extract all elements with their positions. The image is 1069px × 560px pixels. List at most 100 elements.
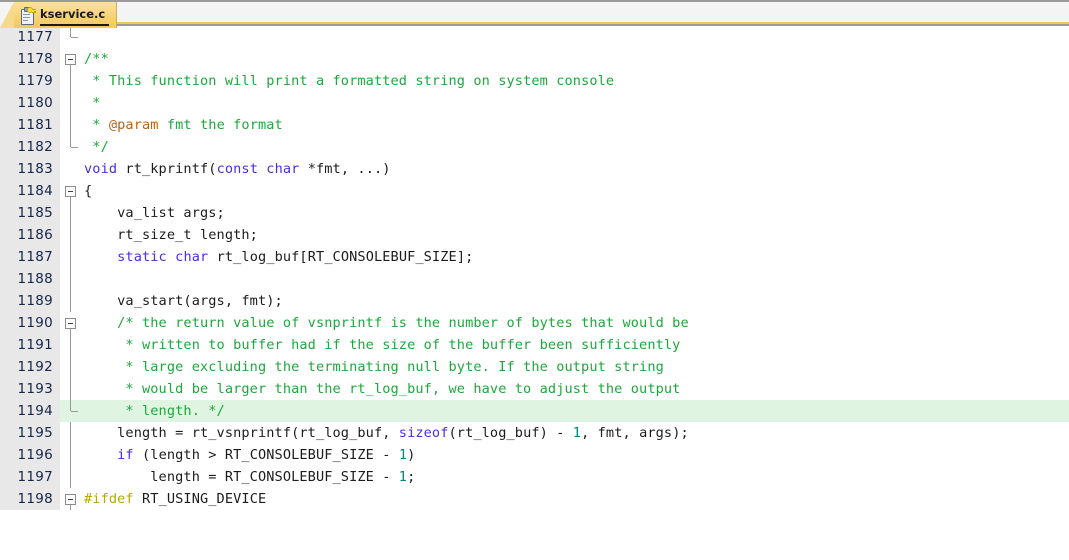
line-number: 1181 <box>0 114 60 136</box>
code-token: * written to buffer had if the size of t… <box>84 337 681 353</box>
fold-collapse-icon[interactable] <box>60 180 82 202</box>
code-text[interactable]: * @param fmt the format <box>82 114 1069 136</box>
fold-guide-line <box>60 466 82 488</box>
code-token: ) <box>407 447 416 463</box>
code-token: if <box>117 447 134 463</box>
code-line[interactable]: 1179 * This function will print a format… <box>0 70 1069 92</box>
code-text[interactable]: * <box>82 92 1069 114</box>
fold-guide-line <box>60 246 82 268</box>
code-text[interactable]: static char rt_log_buf[RT_CONSOLEBUF_SIZ… <box>82 246 1069 268</box>
tab-strip-leading-edge <box>0 2 14 28</box>
tab-strip: kservice.c <box>0 2 118 28</box>
fold-collapse-icon[interactable] <box>60 312 82 334</box>
code-line-list: 1177 1178 /** 1179 * This function will pri… <box>0 26 1069 510</box>
code-token: (length > RT_CONSOLEBUF_SIZE - <box>133 447 399 463</box>
code-line[interactable]: 1189 va_start(args, fmt); <box>0 290 1069 312</box>
code-line[interactable]: 1195 length = rt_vsnprintf(rt_log_buf, s… <box>0 422 1069 444</box>
code-line[interactable]: 1190 /* the return value of vsnprintf is… <box>0 312 1069 334</box>
code-token: rt_log_buf[RT_CONSOLEBUF_SIZE]; <box>208 249 474 265</box>
code-text[interactable]: * length. */ <box>82 400 1069 422</box>
code-line[interactable]: 1186 rt_size_t length; <box>0 224 1069 246</box>
fold-guide-line <box>60 378 82 400</box>
code-line[interactable]: 1188 <box>0 268 1069 290</box>
line-number: 1187 <box>0 246 60 268</box>
code-token: /* the return value of vsnprintf is the … <box>84 315 689 331</box>
clipboard-key-icon <box>20 6 36 25</box>
code-token: , fmt, args); <box>581 425 689 441</box>
line-number: 1186 <box>0 224 60 246</box>
code-text[interactable]: * This function will print a formatted s… <box>82 70 1069 92</box>
code-text[interactable]: /* the return value of vsnprintf is the … <box>82 312 1069 334</box>
code-text[interactable]: rt_size_t length; <box>82 224 1069 246</box>
code-token: { <box>84 183 93 199</box>
code-token: char <box>175 249 209 265</box>
code-token: * This function will print a formatted s… <box>84 73 615 89</box>
code-token: static <box>117 249 167 265</box>
code-text[interactable]: void rt_kprintf(const char *fmt, ...) <box>82 158 1069 180</box>
code-text[interactable]: { <box>82 180 1069 202</box>
fold-guide-line <box>60 202 82 224</box>
code-text[interactable]: * written to buffer had if the size of t… <box>82 334 1069 356</box>
code-token: * <box>84 95 101 111</box>
code-token: void <box>84 161 118 177</box>
line-number: 1195 <box>0 422 60 444</box>
code-text[interactable] <box>82 26 1069 48</box>
code-token: /** <box>84 51 109 67</box>
code-line[interactable]: 1182 */ <box>0 136 1069 158</box>
code-token: const <box>216 161 258 177</box>
code-line[interactable]: 1181 * @param fmt the format <box>0 114 1069 136</box>
code-line[interactable]: 1194 * length. */ <box>0 400 1069 422</box>
line-number: 1191 <box>0 334 60 356</box>
code-token: va_list args; <box>84 205 225 221</box>
fold-guide-line <box>60 290 82 312</box>
code-token: *fmt, ...) <box>299 161 391 177</box>
code-line[interactable]: 1180 * <box>0 92 1069 114</box>
code-token: * <box>84 117 109 133</box>
code-line[interactable]: 1177 <box>0 26 1069 48</box>
code-text[interactable]: /** <box>82 48 1069 70</box>
code-line[interactable]: 1183 void rt_kprintf(const char *fmt, ...… <box>0 158 1069 180</box>
code-text[interactable]: length = RT_CONSOLEBUF_SIZE - 1; <box>82 466 1069 488</box>
code-text[interactable]: va_list args; <box>82 202 1069 224</box>
code-token: sizeof <box>398 425 449 441</box>
code-line[interactable]: 1192 * large excluding the terminating n… <box>0 356 1069 378</box>
code-text[interactable]: length = rt_vsnprintf(rt_log_buf, sizeof… <box>82 422 1069 444</box>
code-token: #ifdef <box>84 491 134 507</box>
code-line[interactable]: 1198 #ifdef RT_USING_DEVICE <box>0 488 1069 510</box>
code-line[interactable]: 1185 va_list args; <box>0 202 1069 224</box>
fold-collapse-icon[interactable] <box>60 488 82 510</box>
code-token: length = RT_CONSOLEBUF_SIZE - <box>84 469 399 485</box>
code-token: (rt_log_buf) - <box>448 425 573 441</box>
fold-collapse-icon[interactable] <box>60 48 82 70</box>
code-line[interactable]: 1191 * written to buffer had if the size… <box>0 334 1069 356</box>
code-token: length = rt_vsnprintf(rt_log_buf, <box>84 425 399 441</box>
line-number: 1182 <box>0 136 60 158</box>
code-text[interactable]: * would be larger than the rt_log_buf, w… <box>82 378 1069 400</box>
fold-guide-line <box>60 422 82 444</box>
code-token: 1 <box>572 425 582 441</box>
line-number: 1189 <box>0 290 60 312</box>
code-line[interactable]: 1184 { <box>0 180 1069 202</box>
line-number: 1193 <box>0 378 60 400</box>
code-text[interactable]: va_start(args, fmt); <box>82 290 1069 312</box>
code-text[interactable]: * large excluding the terminating null b… <box>82 356 1069 378</box>
code-token: @param <box>108 117 159 133</box>
code-line[interactable]: 1197 length = RT_CONSOLEBUF_SIZE - 1; <box>0 466 1069 488</box>
code-token: ; <box>407 469 416 485</box>
code-text[interactable]: #ifdef RT_USING_DEVICE <box>82 488 1069 510</box>
code-text[interactable]: */ <box>82 136 1069 158</box>
fold-guide-line <box>60 356 82 378</box>
code-line[interactable]: 1196 if (length > RT_CONSOLEBUF_SIZE - 1… <box>0 444 1069 466</box>
line-number: 1177 <box>0 26 60 48</box>
line-number: 1196 <box>0 444 60 466</box>
code-line[interactable]: 1187 static char rt_log_buf[RT_CONSOLEBU… <box>0 246 1069 268</box>
fold-guide-line <box>60 224 82 246</box>
tab-kservice-c[interactable]: kservice.c <box>14 2 118 28</box>
tab-active-underline <box>40 24 110 26</box>
code-text[interactable] <box>82 268 1069 290</box>
code-line[interactable]: 1193 * would be larger than the rt_log_b… <box>0 378 1069 400</box>
code-editor-area[interactable]: 1177 1178 /** 1179 * This function will pri… <box>0 26 1069 560</box>
code-text[interactable]: if (length > RT_CONSOLEBUF_SIZE - 1) <box>82 444 1069 466</box>
code-line[interactable]: 1178 /** <box>0 48 1069 70</box>
